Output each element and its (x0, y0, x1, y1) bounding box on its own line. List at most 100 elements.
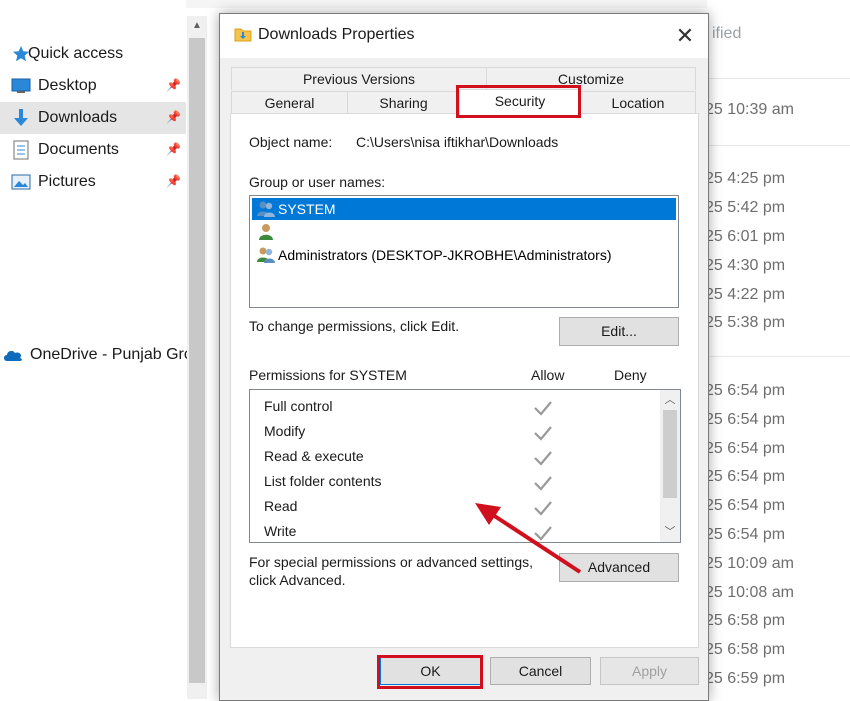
file-date: 25 4:22 pm (705, 286, 786, 303)
advanced-help-text-line2: click Advanced. (249, 572, 346, 588)
nav-label: Downloads (38, 109, 118, 126)
group-user-names-label: Group or user names: (249, 174, 386, 190)
file-date: 25 6:59 pm (705, 670, 786, 687)
allow-check-icon (534, 476, 552, 491)
cancel-button[interactable]: Cancel (490, 657, 591, 685)
file-date: 25 10:08 am (705, 584, 794, 601)
close-icon: ✕ (675, 23, 695, 48)
group-separator (707, 145, 850, 146)
user-icon (259, 224, 273, 240)
permission-write: Write (264, 523, 297, 539)
permissions-scrollbar[interactable]: ︿ ﹀ (660, 390, 680, 542)
scroll-up-chevron-icon[interactable]: ︿ (660, 391, 680, 409)
allow-check-icon (534, 401, 552, 416)
object-name-value: C:\Users\nisa iftikhar\Downloads (356, 134, 559, 150)
object-name-label: Object name: (249, 134, 333, 150)
permission-list-folder-contents: List folder contents (264, 473, 382, 489)
user-list-item-system[interactable]: SYSTEM (252, 198, 676, 220)
tab-label: Sharing (379, 95, 428, 111)
file-date: 25 6:01 pm (705, 228, 786, 245)
scrollbar-thumb[interactable] (663, 410, 677, 498)
apply-button[interactable]: Apply (600, 657, 699, 685)
tab-location[interactable]: Location (580, 91, 696, 114)
allow-column-header: Allow (531, 367, 565, 383)
file-date: 25 6:54 pm (705, 440, 786, 457)
group-separator (707, 78, 850, 79)
pin-icon[interactable]: 📌 (166, 78, 181, 92)
pin-icon[interactable]: 📌 (166, 142, 181, 156)
group-separator (707, 356, 850, 357)
file-date: 25 6:54 pm (705, 497, 786, 514)
nav-item-documents[interactable]: Documents 📌 (0, 134, 186, 166)
nav-label: Pictures (38, 173, 96, 190)
security-tab-panel: Object name: C:\Users\nisa iftikhar\Down… (230, 113, 699, 648)
pictures-icon (10, 172, 32, 192)
nav-item-pictures[interactable]: Pictures 📌 (0, 166, 186, 198)
permission-full-control: Full control (264, 398, 333, 414)
permission-modify: Modify (264, 423, 306, 439)
scroll-up-arrow-icon[interactable]: ▲ (189, 18, 205, 34)
advanced-button[interactable]: Advanced (559, 553, 679, 582)
desktop-icon (10, 76, 32, 96)
document-icon (10, 140, 32, 160)
nav-item-desktop[interactable]: Desktop 📌 (0, 70, 186, 102)
file-date: 25 6:54 pm (705, 411, 786, 428)
file-date: 25 6:54 pm (705, 468, 786, 485)
nav-label: Desktop (38, 77, 97, 94)
file-date: 25 4:25 pm (705, 170, 786, 187)
admin-group-icon (257, 247, 275, 263)
nav-label: Quick access (28, 45, 124, 62)
file-date: 25 10:39 am (705, 101, 794, 118)
tab-previous-versions[interactable]: Previous Versions (231, 67, 487, 90)
nav-label: OneDrive - Punjab Gro (30, 346, 193, 363)
change-permissions-text: To change permissions, click Edit. (249, 318, 460, 334)
security-tab-highlight (456, 85, 581, 118)
allow-check-icon (534, 451, 552, 466)
tab-label: General (264, 95, 315, 111)
tab-general[interactable]: General (231, 91, 348, 114)
nav-item-onedrive[interactable]: OneDrive - Punjab Gro (0, 339, 193, 371)
ok-button-highlight (377, 655, 483, 689)
navigation-pane: Quick access Desktop 📌 Downloads 📌 Docum… (0, 0, 193, 699)
user-group-icon (257, 201, 275, 217)
tab-sharing[interactable]: Sharing (347, 91, 460, 114)
advanced-help-text-line1: For special permissions or advanced sett… (249, 554, 534, 570)
permission-read: Read (264, 498, 298, 514)
pin-icon[interactable]: 📌 (166, 174, 181, 188)
file-date: 25 10:09 am (705, 555, 794, 572)
file-date: 25 6:58 pm (705, 641, 786, 658)
onedrive-cloud-icon (2, 345, 24, 365)
deny-column-header: Deny (614, 367, 647, 383)
file-date: 25 5:38 pm (705, 314, 786, 331)
user-name: SYSTEM (278, 201, 336, 217)
allow-check-icon (534, 501, 552, 516)
allow-check-icon (534, 426, 552, 441)
permissions-list[interactable]: Full control Modify Read & execute List … (249, 389, 681, 543)
file-date: 25 4:30 pm (705, 257, 786, 274)
scrollbar-thumb[interactable] (189, 38, 205, 683)
nav-item-downloads[interactable]: Downloads 📌 (0, 102, 186, 134)
nav-scrollbar[interactable]: ▲ (187, 16, 207, 699)
user-list-item-administrators[interactable]: Administrators (DESKTOP-JKROBHE\Administ… (252, 244, 676, 266)
dialog-titlebar[interactable]: Downloads Properties ✕ (220, 14, 708, 58)
folder-download-icon (234, 26, 252, 42)
dialog-title: Downloads Properties (258, 26, 415, 43)
file-date: 25 6:54 pm (705, 382, 786, 399)
permission-read-execute: Read & execute (264, 448, 364, 464)
edit-button[interactable]: Edit... (559, 317, 679, 346)
file-date: 25 6:58 pm (705, 612, 786, 629)
pin-icon[interactable]: 📌 (166, 110, 181, 124)
close-button[interactable]: ✕ (662, 14, 708, 58)
tab-label: Location (611, 95, 665, 111)
nav-label: Documents (38, 141, 119, 158)
download-arrow-icon (10, 108, 32, 128)
scroll-down-chevron-icon[interactable]: ﹀ (660, 523, 680, 541)
nav-item-quick-access[interactable]: Quick access (0, 38, 186, 70)
file-date: 25 5:42 pm (705, 199, 786, 216)
column-header-date-modified[interactable]: ified (712, 25, 741, 43)
permissions-for-label: Permissions for SYSTEM (249, 367, 407, 383)
tab-label: Previous Versions (302, 71, 416, 87)
user-listbox[interactable]: SYSTEM Administrators (DESKTOP-JKROBHE\A… (249, 195, 679, 308)
user-list-item-unnamed[interactable] (252, 221, 676, 243)
user-name: Administrators (DESKTOP-JKROBHE\Administ… (278, 247, 612, 263)
